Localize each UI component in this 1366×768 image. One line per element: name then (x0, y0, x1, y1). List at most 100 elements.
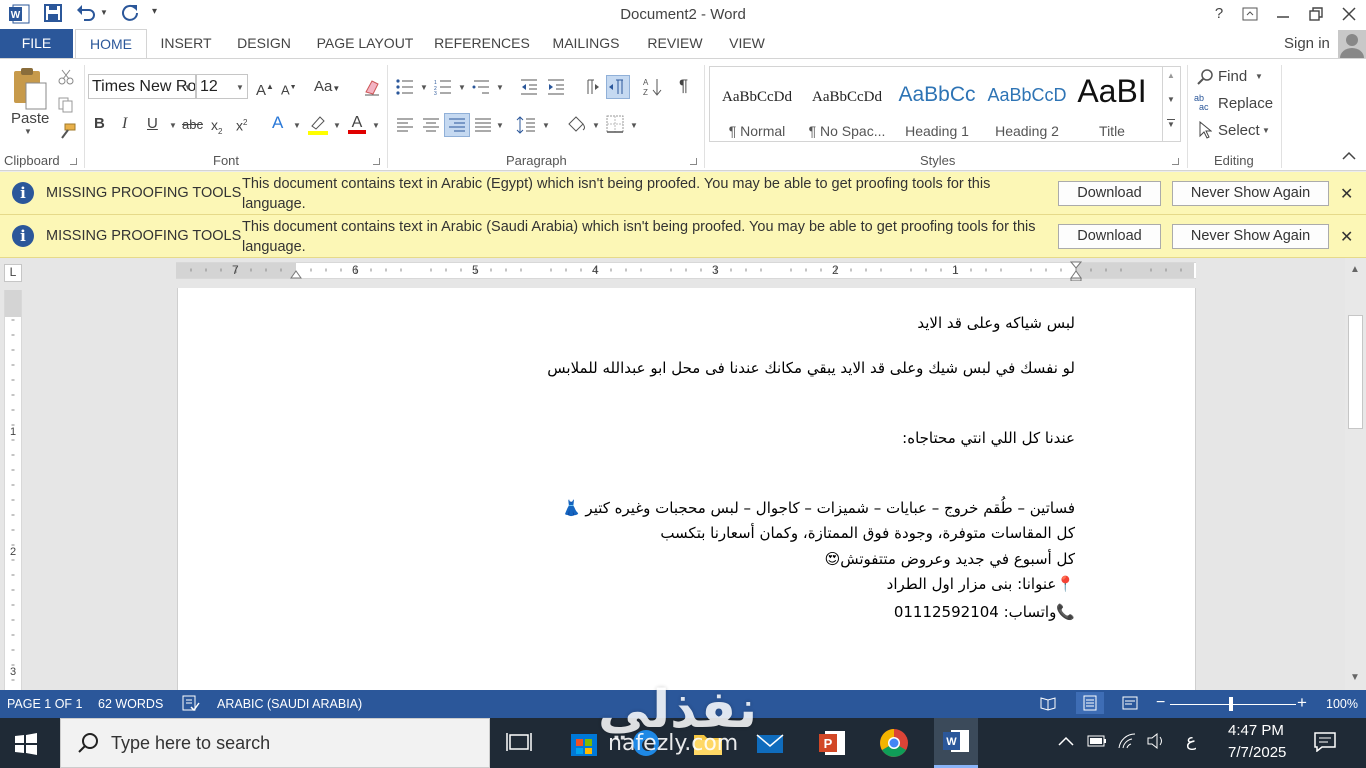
subscript-icon[interactable]: x2 (211, 116, 222, 141)
justify-dropdown-icon[interactable]: ▼ (496, 121, 504, 130)
ltr-direction-icon[interactable] (582, 79, 600, 95)
zoom-level[interactable]: 100% (1326, 697, 1358, 711)
zoom-slider-thumb[interactable] (1229, 697, 1233, 711)
download-button[interactable]: Download (1058, 224, 1161, 249)
copy-icon[interactable] (58, 97, 74, 113)
print-layout-button[interactable] (1076, 692, 1104, 714)
zoom-out-icon[interactable]: − (1156, 694, 1165, 712)
minimize-icon[interactable] (1273, 5, 1293, 23)
align-right-button[interactable] (444, 113, 470, 137)
font-size-dropdown-icon[interactable]: ▼ (236, 83, 244, 92)
scroll-up-icon[interactable]: ▲ (1350, 264, 1360, 275)
tab-review[interactable]: REVIEW (636, 29, 714, 58)
line-spacing-dropdown-icon[interactable]: ▼ (542, 121, 550, 130)
find-dropdown-icon[interactable]: ▼ (1255, 72, 1263, 81)
tab-page-layout[interactable]: PAGE LAYOUT (306, 29, 424, 58)
tab-selector[interactable]: L (4, 264, 22, 282)
font-color-dropdown-icon[interactable]: ▼ (372, 121, 380, 130)
text-effects-dropdown-icon[interactable]: ▼ (293, 121, 301, 130)
clipboard-dialog-launcher-icon[interactable] (70, 158, 77, 165)
align-center-icon[interactable] (422, 117, 440, 133)
never-show-again-button[interactable]: Never Show Again (1172, 181, 1329, 206)
multilevel-list-icon[interactable] (472, 79, 490, 95)
scrollbar-thumb[interactable] (1348, 315, 1363, 429)
replace-icon[interactable]: ab ac (1194, 94, 1209, 112)
select-dropdown-icon[interactable]: ▼ (1262, 126, 1270, 135)
ribbon-display-options-icon[interactable] (1240, 5, 1260, 23)
vertical-ruler[interactable]: 1 2 3 (4, 290, 22, 690)
tab-insert[interactable]: INSERT (150, 29, 222, 58)
replace-button[interactable]: Replace (1218, 95, 1273, 112)
font-dialog-launcher-icon[interactable] (373, 158, 380, 165)
text-effects-icon[interactable]: A (272, 114, 283, 132)
left-indent-marker[interactable] (290, 269, 302, 279)
word-taskbar-icon[interactable]: W (934, 718, 978, 768)
tab-references[interactable]: REFERENCES (428, 29, 536, 58)
italic-icon[interactable]: I (122, 115, 127, 133)
language-indicator[interactable]: ARABIC (SAUDI ARABIA) (217, 697, 362, 711)
font-family-select[interactable]: Times New Ro (88, 74, 196, 99)
sort-icon[interactable]: AZ (643, 77, 663, 97)
line-spacing-icon[interactable] (516, 115, 536, 135)
mail-icon[interactable] (753, 726, 787, 760)
paste-icon[interactable] (10, 67, 50, 113)
file-explorer-icon[interactable] (691, 726, 725, 760)
taskbar-search-input[interactable]: Type here to search (60, 718, 490, 768)
clock-date[interactable]: 7/7/2025 (1228, 744, 1286, 761)
paragraph-dialog-launcher-icon[interactable] (690, 158, 697, 165)
styles-dialog-launcher-icon[interactable] (1172, 158, 1179, 165)
select-icon[interactable] (1198, 121, 1212, 139)
word-count[interactable]: 62 WORDS (98, 697, 163, 711)
windows-start-icon[interactable] (14, 732, 38, 756)
font-family-dropdown-icon[interactable]: ▼ (184, 83, 192, 92)
underline-dropdown-icon[interactable]: ▼ (169, 121, 177, 130)
show-hidden-icons-icon[interactable] (1058, 735, 1074, 747)
paste-button[interactable]: Paste (11, 110, 49, 127)
download-button[interactable]: Download (1058, 181, 1161, 206)
superscript-icon[interactable]: x2 (236, 114, 247, 135)
highlight-dropdown-icon[interactable]: ▼ (333, 121, 341, 130)
styles-scroll-down-icon[interactable]: ▼ (1167, 95, 1175, 104)
bullets-dropdown-icon[interactable]: ▼ (420, 83, 428, 92)
close-window-icon[interactable] (1339, 5, 1359, 23)
shading-icon[interactable] (566, 113, 588, 135)
notifications-icon[interactable] (1314, 732, 1336, 752)
scroll-down-icon[interactable]: ▼ (1350, 672, 1360, 683)
proofing-status-icon[interactable] (182, 695, 200, 711)
strikethrough-icon[interactable]: abc (182, 116, 203, 134)
borders-icon[interactable] (606, 115, 624, 133)
tab-file[interactable]: FILE (0, 29, 73, 58)
volume-icon[interactable] (1146, 733, 1166, 749)
edge-icon[interactable] (629, 726, 663, 760)
read-mode-icon[interactable] (1040, 695, 1056, 711)
shading-dropdown-icon[interactable]: ▼ (592, 121, 600, 130)
close-message-icon[interactable]: ✕ (1340, 227, 1353, 247)
cut-icon[interactable] (58, 69, 74, 85)
sign-in-link[interactable]: Sign in (1284, 35, 1330, 52)
document-page[interactable]: لبس شياكه وعلى قد الايد لو نفسك في لبس ش… (177, 288, 1196, 698)
styles-scroll[interactable]: ▲ ▼ ▼ (1162, 67, 1180, 141)
decrease-indent-icon[interactable] (520, 79, 538, 95)
close-message-icon[interactable]: ✕ (1340, 184, 1353, 204)
avatar[interactable] (1338, 30, 1366, 58)
horizontal-ruler[interactable]: 7 6 5 4 3 2 1 (176, 261, 1196, 281)
numbering-dropdown-icon[interactable]: ▼ (458, 83, 466, 92)
change-case-icon[interactable]: Aa▼ (314, 78, 340, 98)
input-language-indicator[interactable]: ع (1186, 731, 1196, 751)
tab-view[interactable]: VIEW (718, 29, 776, 58)
format-painter-icon[interactable] (58, 123, 76, 139)
web-layout-icon[interactable] (1122, 695, 1138, 711)
grow-font-icon[interactable]: A▲ (256, 78, 274, 100)
find-icon[interactable] (1196, 68, 1214, 86)
styles-scroll-up-icon[interactable]: ▲ (1167, 71, 1175, 80)
show-formatting-marks-icon[interactable]: ¶ (679, 77, 688, 95)
shrink-font-icon[interactable]: A▼ (281, 79, 297, 99)
microsoft-store-icon[interactable] (567, 726, 601, 760)
powerpoint-icon[interactable]: P (815, 726, 849, 760)
bold-icon[interactable]: B (94, 115, 105, 133)
justify-icon[interactable] (474, 117, 492, 133)
underline-icon[interactable]: U (147, 115, 158, 133)
highlight-color-icon[interactable] (306, 114, 330, 136)
page-count[interactable]: PAGE 1 OF 1 (7, 697, 83, 711)
bullets-icon[interactable] (396, 79, 414, 95)
